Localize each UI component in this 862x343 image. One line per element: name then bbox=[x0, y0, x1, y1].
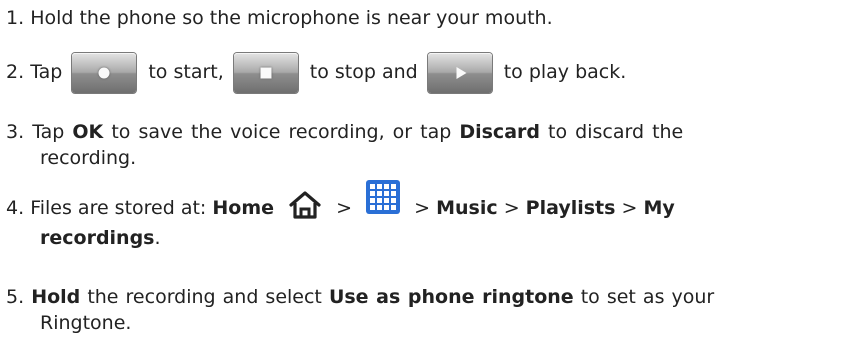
step-text: Hold the phone so the microphone is near… bbox=[30, 7, 553, 29]
apps-grid-icon bbox=[366, 180, 401, 221]
end-text: to set as your bbox=[580, 286, 715, 308]
step-3: 3. Tap OK to save the voice recording, o… bbox=[6, 119, 854, 171]
continuation-text: recording. bbox=[40, 147, 137, 169]
mid-text: the recording and select bbox=[87, 286, 322, 308]
continuation-text: Ringtone. bbox=[40, 312, 132, 334]
home-icon bbox=[288, 190, 322, 227]
playlists-label: Playlists bbox=[525, 197, 616, 219]
hold-label: Hold bbox=[31, 286, 81, 308]
step-number: 4. bbox=[6, 197, 25, 219]
end-text: to discard the bbox=[548, 121, 684, 143]
step-5: 5. Hold the recording and select Use as … bbox=[6, 284, 854, 336]
separator: > bbox=[621, 197, 638, 219]
use-as-ringtone-label: Use as phone ringtone bbox=[328, 286, 574, 308]
stop-button-icon bbox=[233, 52, 298, 93]
step-4: 4. Files are stored at: Home > > Music >… bbox=[6, 180, 854, 251]
recordings-label: recordings bbox=[40, 227, 155, 249]
to-stop-text: to stop and bbox=[309, 61, 418, 83]
tap-text: Tap bbox=[30, 61, 63, 83]
step-number: 2. bbox=[6, 61, 25, 83]
separator: > bbox=[503, 197, 520, 219]
discard-label: Discard bbox=[459, 121, 540, 143]
prefix-text: Files are stored at: bbox=[30, 197, 207, 219]
step-number: 3. bbox=[6, 121, 25, 143]
step-2: 2. Tap to start, to stop and to play back. bbox=[6, 50, 854, 94]
step-number: 5. bbox=[6, 286, 25, 308]
tap-text: Tap bbox=[32, 121, 65, 143]
home-label: Home bbox=[212, 197, 275, 219]
step-1: 1. Hold the phone so the microphone is n… bbox=[6, 5, 854, 31]
to-start-text: to start, bbox=[148, 61, 224, 83]
step-number: 1. bbox=[6, 7, 25, 29]
record-button-icon bbox=[72, 52, 137, 93]
play-button-icon bbox=[427, 52, 492, 93]
music-label: Music bbox=[436, 197, 498, 219]
separator: > bbox=[336, 197, 353, 219]
to-play-text: to play back. bbox=[503, 61, 627, 83]
period: . bbox=[154, 227, 161, 249]
middle-text: to save the voice recording, or tap bbox=[111, 121, 452, 143]
separator: > bbox=[414, 197, 431, 219]
my-label: My bbox=[643, 197, 675, 219]
ok-label: OK bbox=[72, 121, 104, 143]
